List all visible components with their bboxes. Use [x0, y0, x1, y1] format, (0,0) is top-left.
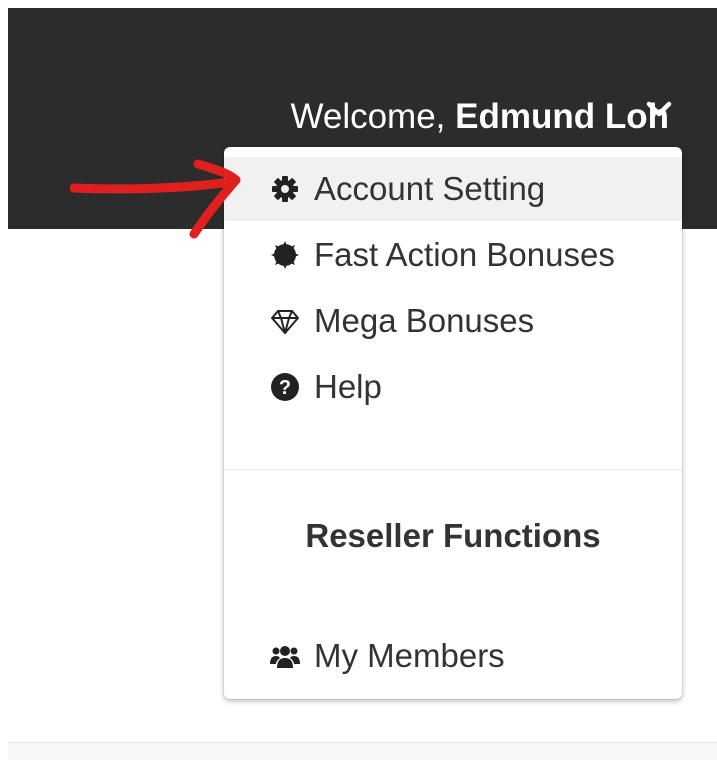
question-circle-icon: ?: [271, 373, 299, 401]
diamond-icon: [271, 310, 299, 334]
menu-divider: [224, 469, 682, 470]
menu-item-fast-action-bonuses[interactable]: Fast Action Bonuses: [224, 223, 682, 287]
menu-item-mega-bonuses[interactable]: Mega Bonuses: [224, 289, 682, 353]
menu-item-account-setting[interactable]: Account Setting: [224, 157, 682, 221]
menu-item-label: Mega Bonuses: [314, 302, 535, 339]
page-content-strip: [8, 742, 717, 760]
badge-icon: [271, 241, 299, 269]
user-dropdown-menu: Account Setting Fast Action Bonuses Mega…: [224, 147, 682, 699]
section-title-reseller-functions: Reseller Functions: [305, 517, 601, 554]
svg-text:?: ?: [279, 377, 291, 399]
users-icon: [270, 646, 300, 668]
chevron-down-icon[interactable]: [645, 100, 673, 118]
annotation-arrow-icon: [70, 159, 241, 239]
user-menu-toggle[interactable]: Welcome, Edmund Loh: [290, 96, 669, 138]
menu-item-my-members[interactable]: My Members: [224, 624, 682, 688]
menu-item-label: Account Setting: [314, 170, 546, 207]
menu-item-label: Help: [314, 368, 382, 405]
menu-item-label: Fast Action Bonuses: [314, 236, 615, 273]
menu-item-label: My Members: [314, 637, 505, 674]
user-name: Edmund Loh: [455, 97, 669, 136]
menu-item-help[interactable]: ? Help: [224, 355, 682, 419]
gear-icon: [272, 176, 298, 202]
welcome-prefix: Welcome,: [290, 97, 456, 136]
